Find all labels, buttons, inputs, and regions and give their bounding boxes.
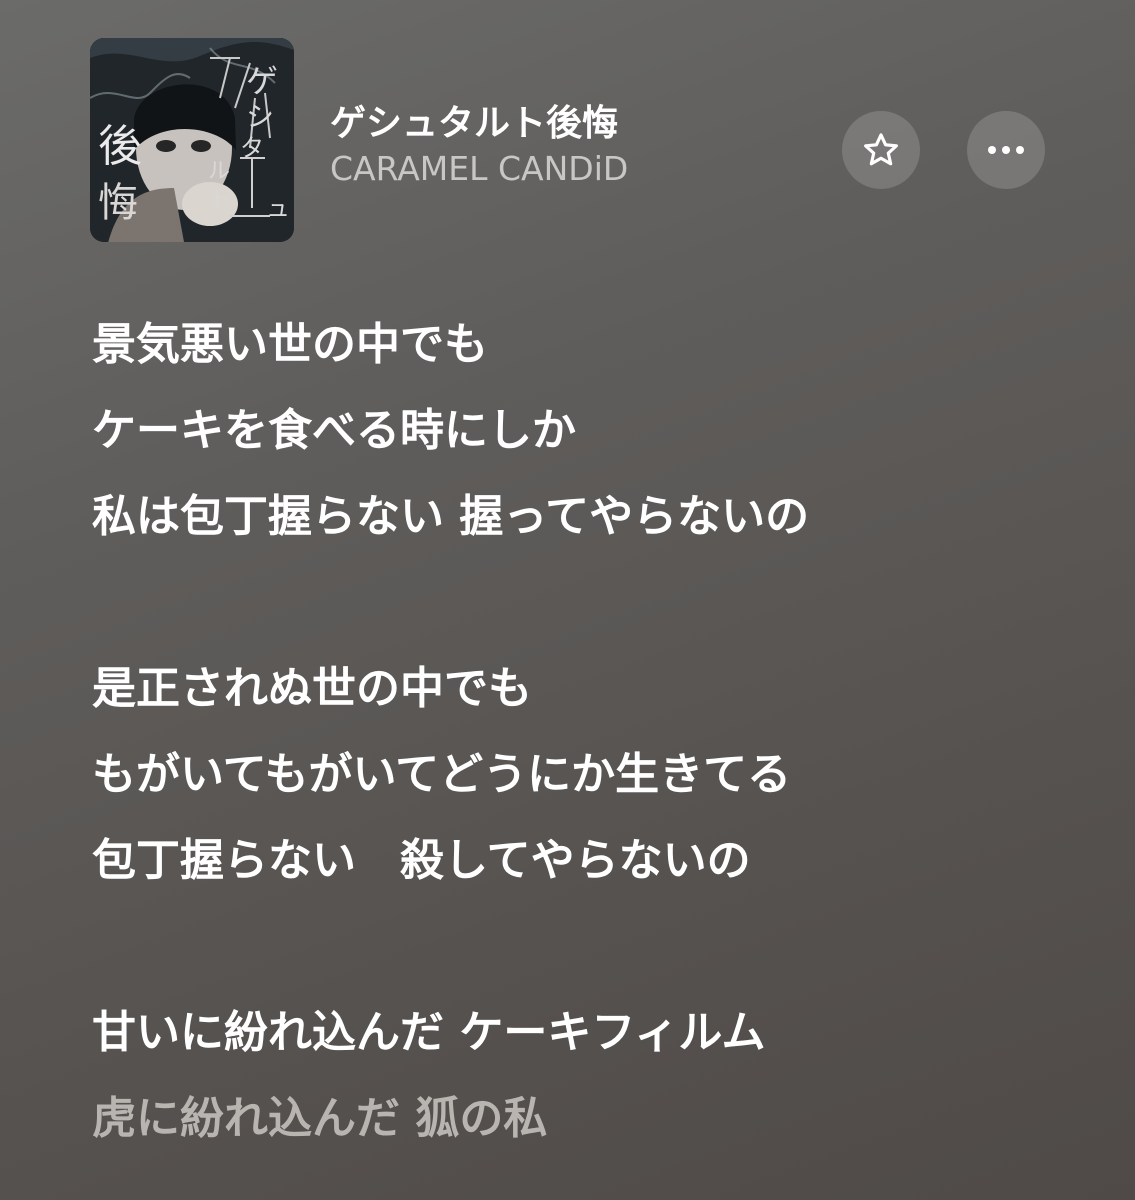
more-options-button[interactable] xyxy=(967,111,1045,189)
album-artwork[interactable]: 後 悔 ゲ シ ュ タ ル ト xyxy=(90,38,294,242)
stanza-break xyxy=(92,560,1092,646)
ellipsis-icon xyxy=(988,146,1024,154)
artwork-kanji-2: 悔 xyxy=(98,180,138,226)
lyrics-view[interactable]: 景気悪い世の中でも ケーキを食べる時にしか 私は包丁握らない 握ってやらないの … xyxy=(92,302,1092,1162)
track-info[interactable]: ゲシュタルト後悔 CARAMEL CANDiD xyxy=(330,100,800,190)
album-artwork-image: 後 悔 ゲ シ ュ タ ル ト xyxy=(90,38,294,242)
track-title: ゲシュタルト後悔 xyxy=(330,103,619,144)
lyric-line-3[interactable]: 私は包丁握らない 握ってやらないの xyxy=(92,474,1092,560)
lyric-line-8[interactable]: 虎に紛れ込んだ 狐の私 xyxy=(92,1076,1092,1162)
stanza-break xyxy=(92,904,1092,990)
lyric-line-7[interactable]: 甘いに紛れ込んだ ケーキフィルム xyxy=(92,990,1092,1076)
favorite-button[interactable] xyxy=(842,111,920,189)
artwork-title-char-1: ゲ xyxy=(246,62,278,100)
artwork-kanji-1: 後 xyxy=(98,121,142,172)
artwork-title-char-4: タ xyxy=(240,134,264,162)
now-playing-header: 後 悔 ゲ シ ュ タ ル ト ゲシュタルト後悔 CARAMEL CANDiD xyxy=(90,38,1050,243)
artwork-title-char-3: ュ xyxy=(266,194,290,222)
lyric-line-2[interactable]: ケーキを食べる時にしか xyxy=(92,388,1092,474)
star-icon xyxy=(864,133,898,166)
artwork-title-char-2: シ xyxy=(246,100,274,133)
lyric-line-6[interactable]: 包丁握らない 殺してやらないの xyxy=(92,818,1092,904)
lyric-line-1[interactable]: 景気悪い世の中でも xyxy=(92,302,1092,388)
lyric-line-5[interactable]: もがいてもがいてどうにか生きてる xyxy=(92,732,1092,818)
lyric-line-4[interactable]: 是正されぬ世の中でも xyxy=(92,646,1092,732)
artwork-title-char-5: ル xyxy=(208,159,230,184)
artwork-title-char-6: ト xyxy=(208,187,230,212)
track-artist: CARAMEL CANDiD xyxy=(330,149,629,188)
